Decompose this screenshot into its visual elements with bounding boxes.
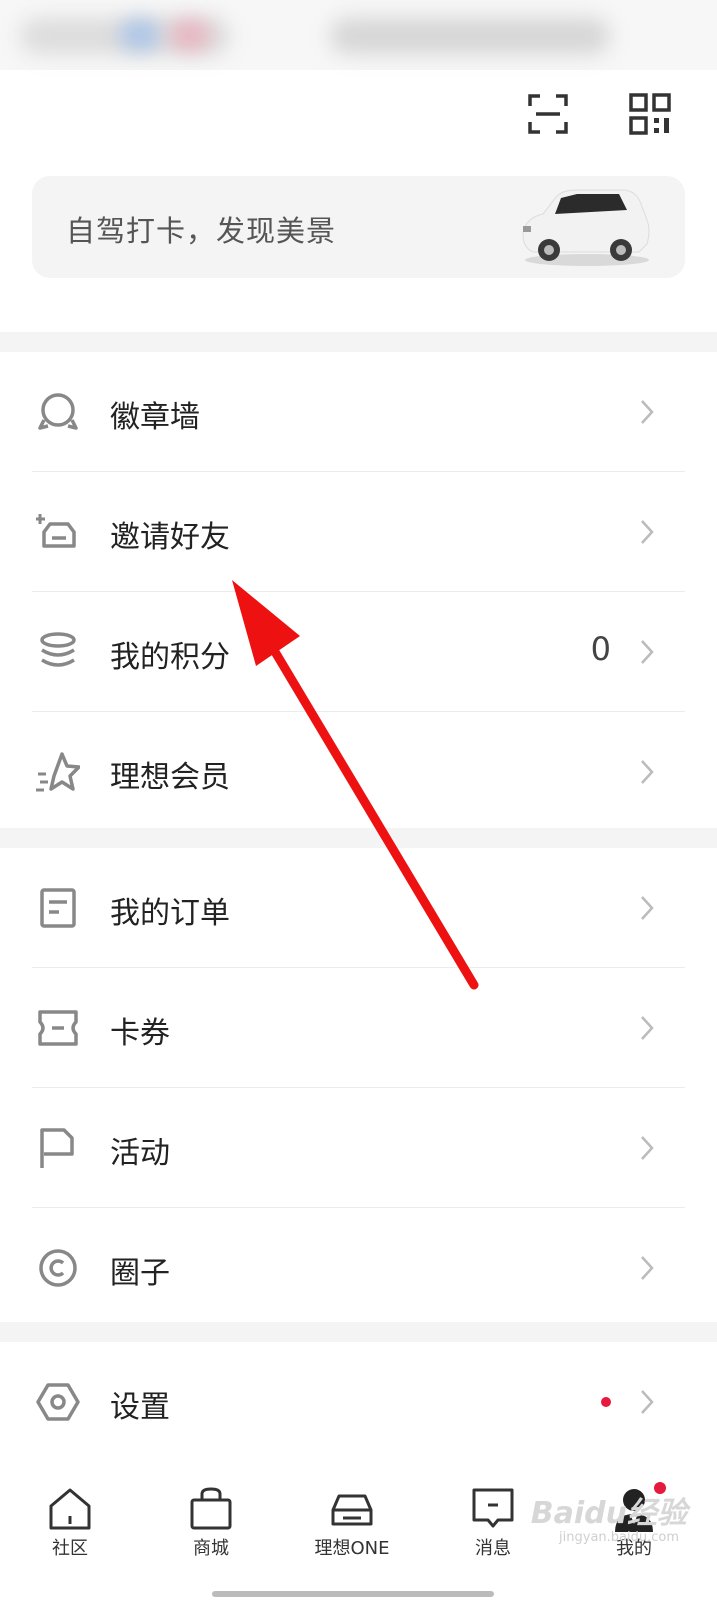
home-indicator[interactable]	[212, 1591, 494, 1597]
menu-item-settings[interactable]: 设置	[32, 1342, 685, 1462]
chevron-right-icon	[641, 1256, 654, 1280]
settings-icon	[36, 1383, 80, 1421]
order-icon	[40, 888, 76, 928]
tab-shop[interactable]: 商城	[151, 1486, 271, 1560]
section-divider	[0, 332, 717, 352]
chevron-right-icon	[641, 400, 654, 424]
chevron-right-icon	[641, 520, 654, 544]
chevron-right-icon	[641, 640, 654, 664]
menu-item-label: 我的积分	[110, 640, 230, 675]
notification-dot	[601, 1397, 611, 1407]
baidu-watermark-url: jingyan.baidu.com	[559, 1530, 679, 1545]
menu-item-label: 卡券	[110, 1016, 170, 1051]
menu-item-label: 理想会员	[110, 760, 230, 795]
chevron-right-icon	[641, 1390, 654, 1414]
scan-icon[interactable]	[526, 92, 570, 136]
banner-text: 自驾打卡，发现美景	[66, 214, 337, 248]
member-star-icon	[36, 752, 80, 792]
chevron-right-icon	[641, 1016, 654, 1040]
chevron-right-icon	[641, 1136, 654, 1160]
chevron-right-icon	[641, 896, 654, 920]
section-divider	[0, 1322, 717, 1342]
menu-item-activities[interactable]: 活动	[32, 1088, 685, 1208]
menu-item-my-points[interactable]: 我的积分 0	[32, 592, 685, 712]
car-icon	[331, 1494, 373, 1526]
menu-item-invite-friends[interactable]: 邀请好友	[32, 472, 685, 592]
shop-bag-icon	[190, 1487, 232, 1530]
tab-label: 社区	[52, 1538, 88, 1559]
suv-car-image	[522, 189, 650, 266]
flag-icon	[40, 1128, 74, 1168]
menu-item-label: 徽章墙	[110, 400, 200, 435]
circle-icon	[39, 1249, 77, 1287]
chevron-right-icon	[641, 760, 654, 784]
coupon-icon	[38, 1010, 78, 1046]
menu-item-label: 圈子	[110, 1256, 170, 1291]
home-icon	[49, 1488, 91, 1530]
tab-li-one[interactable]: 理想ONE	[292, 1486, 412, 1560]
qr-code-icon[interactable]	[628, 92, 672, 136]
message-icon	[472, 1488, 514, 1528]
menu-item-my-orders[interactable]: 我的订单	[32, 848, 685, 968]
self-drive-banner[interactable]: 自驾打卡，发现美景	[32, 176, 685, 278]
invite-car-icon	[36, 514, 76, 548]
badge-icon	[38, 393, 78, 430]
tab-label: 商城	[193, 1538, 229, 1559]
points-coins-icon	[40, 632, 76, 667]
menu-item-circles[interactable]: 圈子	[32, 1208, 685, 1328]
section-divider	[0, 828, 717, 848]
baidu-watermark: Baidu经验	[530, 1496, 687, 1531]
menu-item-coupons[interactable]: 卡券	[32, 968, 685, 1088]
menu-item-membership[interactable]: 理想会员	[32, 712, 685, 832]
points-value: 0	[590, 630, 611, 668]
tab-label: 理想ONE	[314, 1538, 390, 1559]
menu-item-label: 邀请好友	[110, 520, 230, 555]
tab-community[interactable]: 社区	[10, 1486, 130, 1560]
status-bar	[0, 0, 717, 70]
menu-item-badge-wall[interactable]: 徽章墙	[32, 352, 685, 472]
tab-label: 消息	[475, 1538, 511, 1559]
menu-item-label: 设置	[110, 1390, 170, 1425]
menu-item-label: 活动	[110, 1136, 170, 1171]
menu-item-label: 我的订单	[110, 896, 230, 931]
